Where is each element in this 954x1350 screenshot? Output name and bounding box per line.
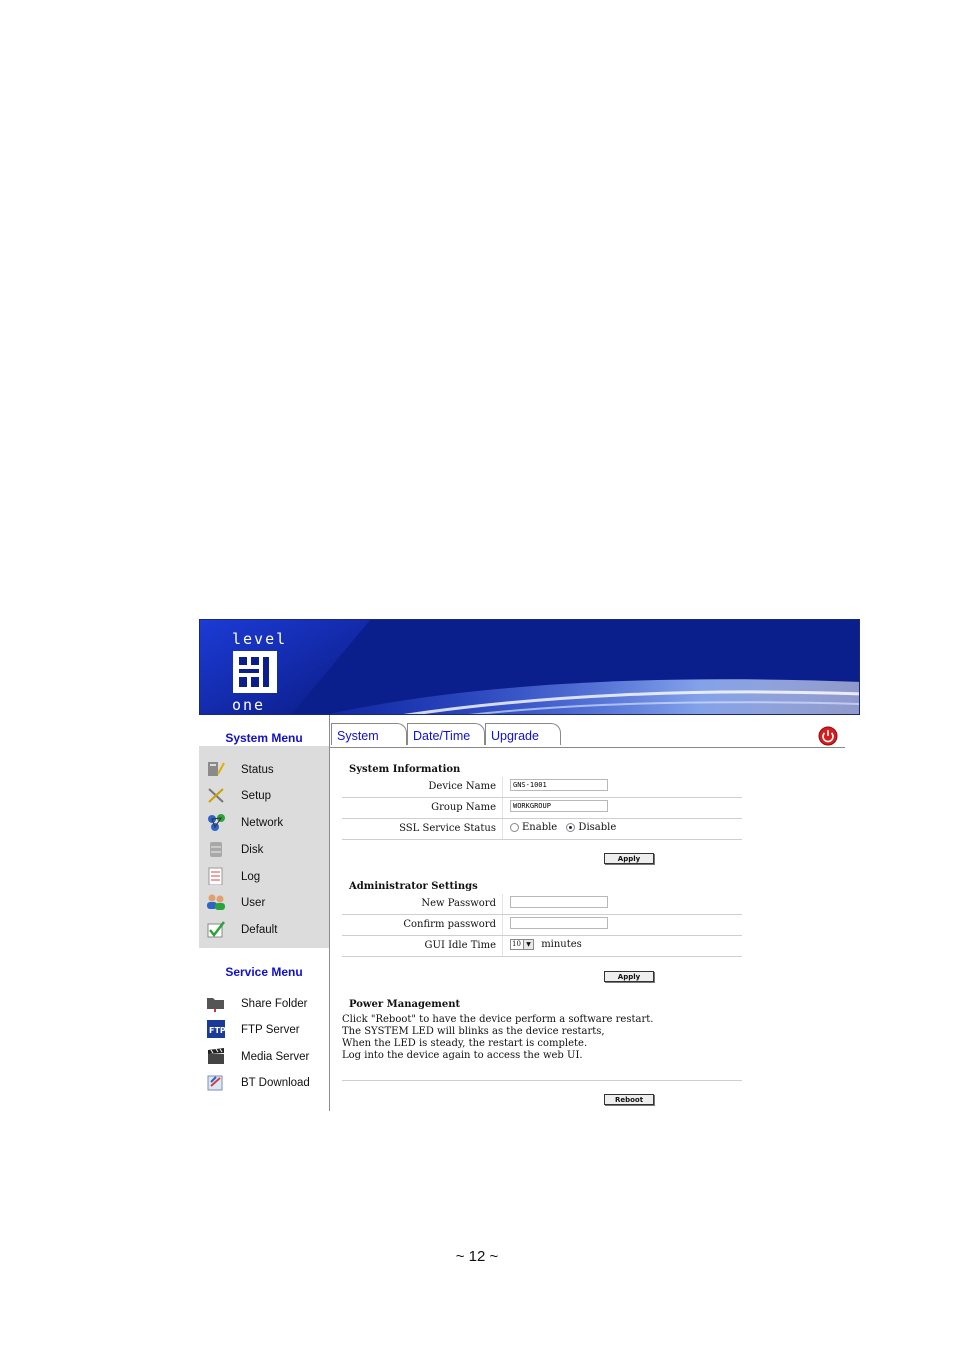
power-management-title: Power Management [349, 999, 461, 1010]
divider [342, 1080, 742, 1081]
chevron-down-icon: ▼ [523, 940, 533, 949]
device-name-input[interactable] [510, 779, 608, 791]
sidebar-item-bt-download[interactable]: BT Download [199, 1071, 329, 1097]
ssl-disable-radio[interactable] [566, 823, 576, 832]
levelone-logo: level one [232, 630, 288, 714]
disk-icon [210, 842, 222, 857]
bt-download-icon [207, 1075, 223, 1091]
tab-upgrade[interactable]: Upgrade [485, 723, 561, 745]
system-apply-button[interactable]: Apply [604, 853, 654, 864]
idle-time-select[interactable]: 10 ▼ [510, 939, 534, 950]
group-name-input[interactable] [510, 800, 608, 812]
confirm-password-input[interactable] [510, 917, 608, 929]
ssl-enable-radio[interactable] [510, 823, 519, 832]
power-description-line: Click "Reboot" to have the device perfor… [342, 1014, 654, 1025]
system-menu-title: System Menu [225, 731, 303, 745]
user-icon [207, 894, 225, 910]
sidebar-item-user[interactable]: User [199, 891, 329, 917]
new-password-input[interactable] [510, 896, 608, 908]
web-ui-screenshot: level one System Menu Status Setup Netwo… [199, 619, 860, 1111]
group-name-row: Group Name [342, 798, 742, 819]
confirm-password-row: Confirm password [342, 915, 742, 936]
service-menu-title: Service Menu [225, 965, 303, 979]
system-menu-group: Status Setup Network Disk Log User Defau… [199, 746, 329, 948]
status-icon [208, 762, 225, 776]
ftp-icon: FTP [207, 1020, 226, 1038]
sidebar: System Menu Status Setup Network Disk Lo… [199, 715, 330, 1111]
sidebar-item-log[interactable]: Log [199, 865, 329, 891]
log-icon [208, 867, 223, 885]
power-description-line: When the LED is steady, the restart is c… [342, 1038, 588, 1049]
header-banner: level one [199, 619, 860, 715]
admin-apply-button[interactable]: Apply [604, 971, 654, 982]
tab-underline [330, 747, 845, 748]
default-icon [207, 921, 225, 938]
sidebar-item-media-server[interactable]: Media Server [199, 1045, 329, 1071]
system-information-title: System Information [349, 764, 461, 775]
administrator-settings-title: Administrator Settings [349, 881, 478, 892]
page-number: ~ 12 ~ [455, 1248, 499, 1265]
sidebar-item-default[interactable]: Default [199, 918, 329, 944]
media-icon [208, 1048, 224, 1064]
tab-system[interactable]: System [331, 723, 407, 745]
sidebar-item-share-folder[interactable]: Share Folder [199, 992, 329, 1018]
sidebar-item-setup[interactable]: Setup [199, 784, 329, 810]
power-icon[interactable] [818, 726, 838, 746]
banner-swoosh [200, 620, 859, 714]
new-password-row: New Password [342, 894, 742, 915]
reboot-button[interactable]: Reboot [604, 1094, 654, 1105]
tab-date-time[interactable]: Date/Time [407, 723, 485, 745]
device-name-row: Device Name [342, 777, 742, 798]
sidebar-item-status[interactable]: Status [199, 758, 329, 784]
sidebar-item-ftp-server[interactable]: FTP FTP Server [199, 1018, 329, 1044]
setup-icon [208, 788, 224, 803]
ssl-service-row: SSL Service Status Enable Disable [342, 819, 742, 840]
folder-icon [207, 998, 224, 1012]
power-description-line: Log into the device again to access the … [342, 1050, 583, 1061]
logo-mark [233, 651, 277, 693]
gui-idle-time-row: GUI Idle Time 10 ▼ minutes [342, 936, 742, 957]
svg-text:FTP: FTP [209, 1026, 226, 1035]
network-icon [208, 814, 225, 831]
power-description-line: The SYSTEM LED will blinks as the device… [342, 1026, 605, 1037]
sidebar-item-disk[interactable]: Disk [199, 838, 329, 864]
sidebar-item-network[interactable]: Network [199, 811, 329, 837]
